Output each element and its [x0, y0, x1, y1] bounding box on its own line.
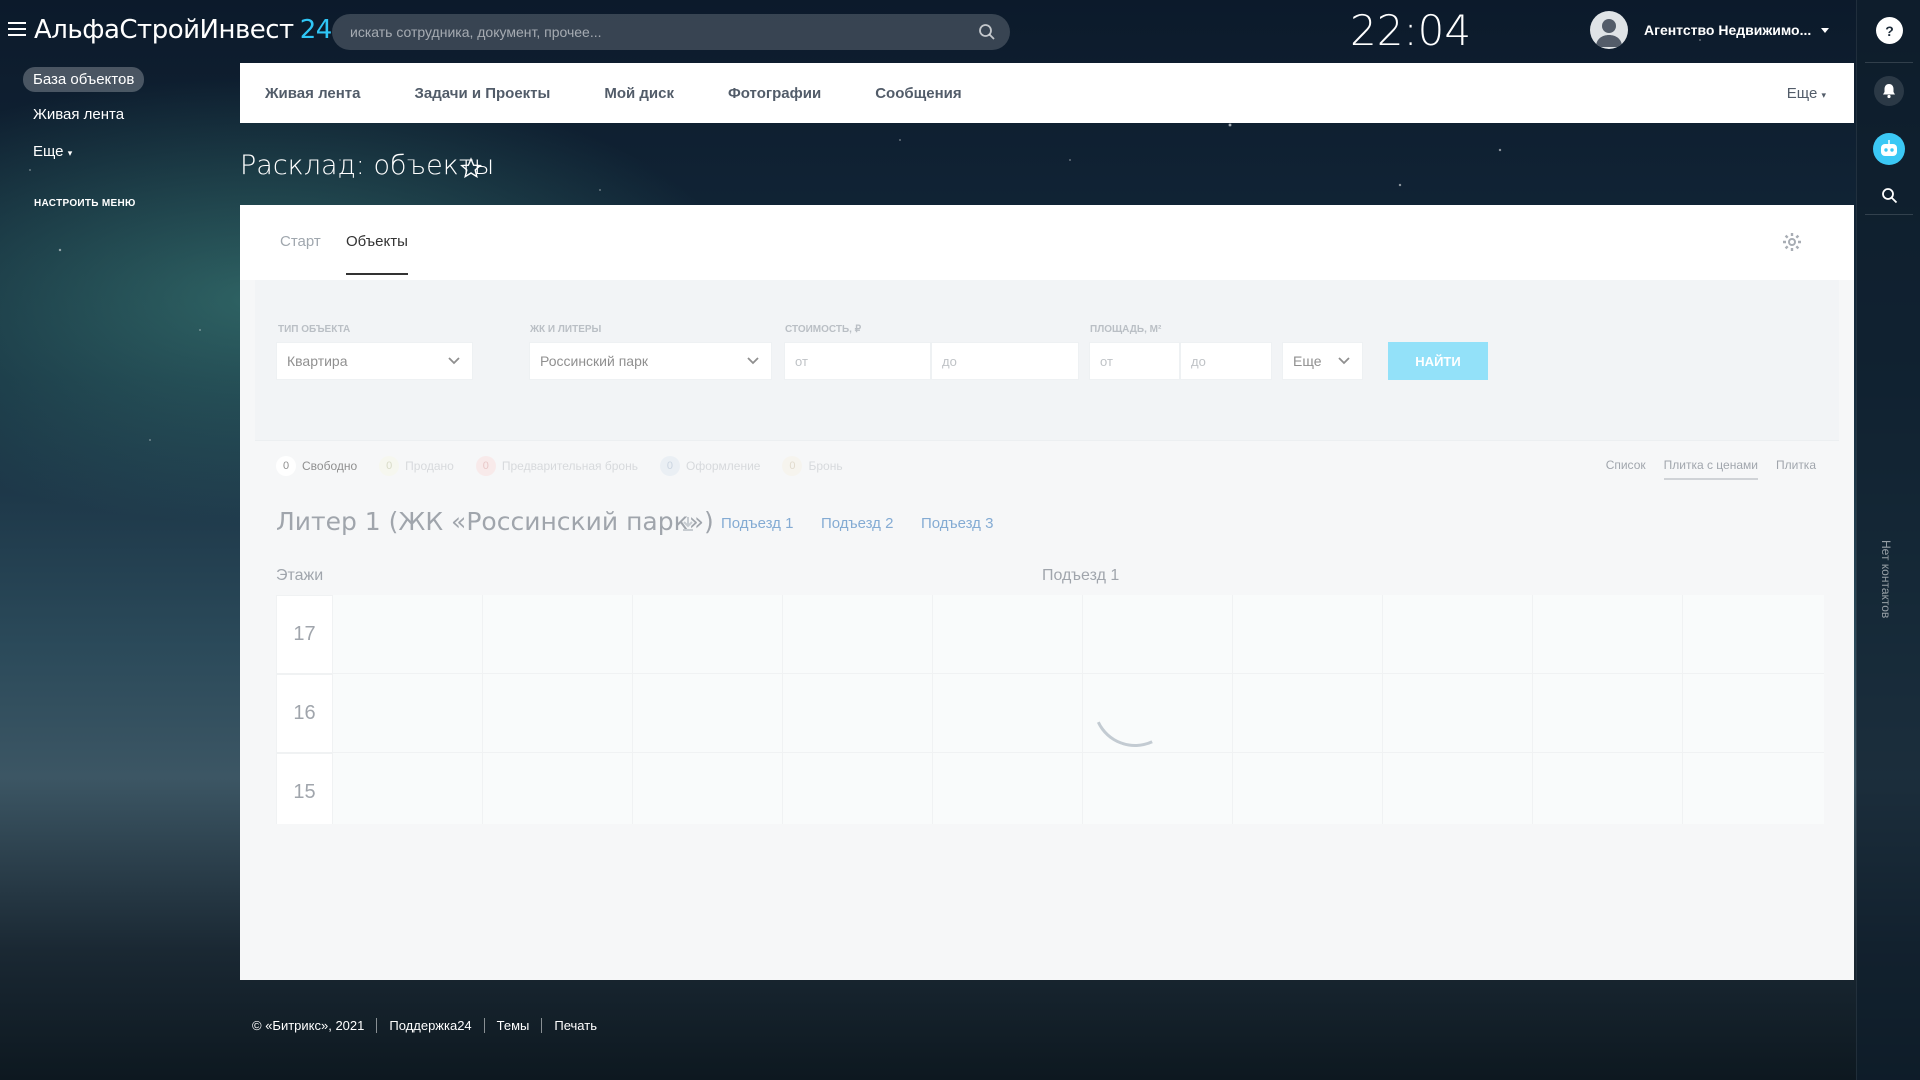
copyright: © «Битрикс», 2021: [252, 1018, 365, 1033]
footer: © «Битрикс», 2021 Поддержка24 Темы Печат…: [252, 1018, 609, 1033]
left-menu-more-label: Еще: [33, 143, 64, 160]
menu-burger-icon[interactable]: [8, 22, 26, 36]
top-nav-more-label: Еще: [1786, 85, 1818, 102]
notifications-button[interactable]: [1874, 76, 1904, 106]
user-avatar-icon: [1596, 19, 1622, 47]
help-icon: ?: [1885, 22, 1894, 39]
search-icon: [1882, 188, 1898, 204]
chevron-down-icon: ▾: [67, 148, 73, 158]
chatbot-button[interactable]: [1873, 133, 1905, 165]
top-nav-photos[interactable]: Фотографии: [701, 85, 848, 102]
right-panel: ? Нет контактов: [1856, 0, 1920, 1080]
tab-start[interactable]: Старт: [280, 233, 321, 250]
footer-support-link[interactable]: Поддержка24: [376, 1018, 483, 1033]
left-menu-item-more[interactable]: Еще ▾: [23, 139, 82, 164]
search-input[interactable]: [332, 14, 1010, 50]
bot-icon: [1881, 140, 1897, 156]
top-nav-more[interactable]: Еще ▾: [1787, 85, 1826, 102]
divider: [1865, 214, 1913, 215]
user-name[interactable]: Агентство Недвижимо...: [1644, 22, 1811, 38]
search-icon[interactable]: [978, 23, 996, 41]
search-box[interactable]: [332, 14, 1010, 50]
help-button[interactable]: ?: [1876, 17, 1903, 44]
footer-themes-link[interactable]: Темы: [483, 1018, 542, 1033]
logo-number: 24: [299, 15, 333, 45]
divider: [1865, 62, 1913, 63]
left-menu-item-objects-base[interactable]: База объектов: [23, 67, 145, 92]
no-contacts-label: Нет контактов: [1879, 540, 1893, 619]
left-menu: База объектов Живая лента Еще ▾ НАСТРОИТ…: [0, 67, 240, 211]
chevron-down-icon[interactable]: [1821, 27, 1830, 33]
tabs-bar: Старт Объекты: [240, 205, 1854, 280]
header: АльфаСтройИнвест24 22:04 Агентство Недви…: [0, 0, 1860, 63]
top-nav-feed[interactable]: Живая лента: [240, 85, 388, 102]
gear-icon[interactable]: [1782, 232, 1802, 252]
panel-search-button[interactable]: [1876, 182, 1903, 209]
left-menu-item-feed[interactable]: Живая лента: [23, 102, 134, 127]
configure-menu-link[interactable]: НАСТРОИТЬ МЕНЮ: [34, 198, 136, 209]
top-nav-messages[interactable]: Сообщения: [848, 85, 988, 102]
logo[interactable]: АльфаСтройИнвест 24: [34, 15, 332, 45]
star-icon[interactable]: [460, 157, 482, 179]
loading-overlay: [240, 280, 1854, 980]
top-nav-disk[interactable]: Мой диск: [577, 85, 701, 102]
page-title: Расклад: объекты: [240, 150, 495, 181]
footer-print-link[interactable]: Печать: [541, 1018, 609, 1033]
work-area: Старт Объекты ТИП ОБЪЕКТА Квартира ЖК И …: [240, 205, 1854, 980]
user-menu[interactable]: Агентство Недвижимо...: [1590, 10, 1830, 50]
tab-objects[interactable]: Объекты: [346, 233, 408, 275]
logo-text: АльфаСтройИнвест: [34, 15, 294, 45]
top-navigation: Живая лента Задачи и Проекты Мой диск Фо…: [240, 63, 1854, 123]
avatar[interactable]: [1590, 11, 1628, 49]
top-nav-tasks[interactable]: Задачи и Проекты: [388, 85, 578, 102]
chevron-down-icon: ▾: [1821, 90, 1826, 100]
clock[interactable]: 22:04: [1350, 6, 1471, 55]
bell-icon: [1883, 84, 1895, 99]
